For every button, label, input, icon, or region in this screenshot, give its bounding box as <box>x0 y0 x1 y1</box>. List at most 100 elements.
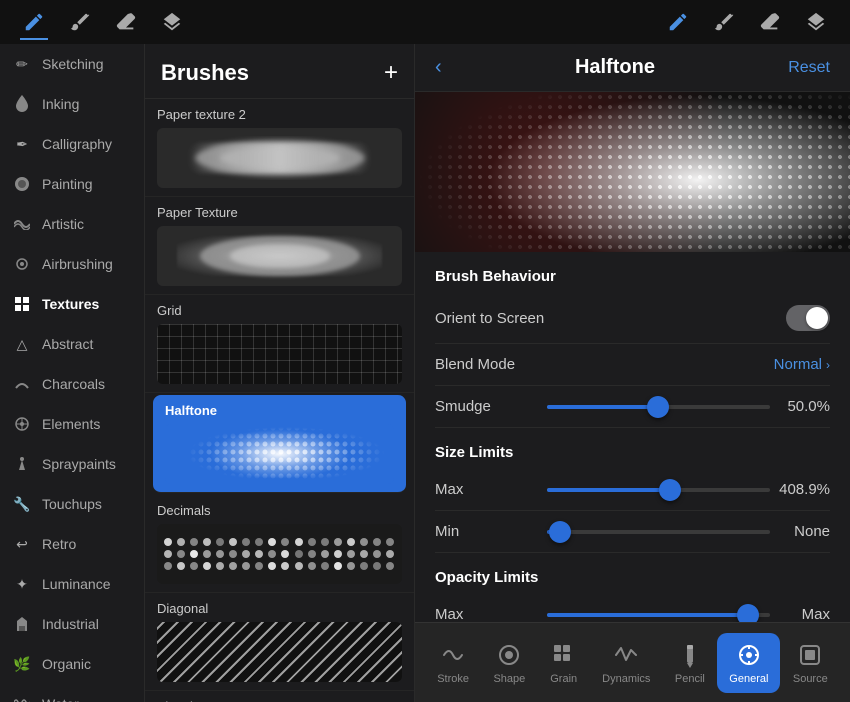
opacity-limits-section-title: Opacity Limits <box>435 553 830 594</box>
sidebar-item-water[interactable]: Water <box>0 684 144 702</box>
dynamics-tab-icon <box>612 641 640 669</box>
smudge2-tool-icon[interactable] <box>710 8 738 36</box>
calligraphy-icon: ✒ <box>12 134 32 154</box>
pencil-tool-icon[interactable] <box>20 8 48 36</box>
sidebar-item-retro[interactable]: ↩ Retro <box>0 524 144 564</box>
detail-title: Halftone <box>575 56 655 79</box>
sidebar-item-textures[interactable]: Textures <box>0 284 144 324</box>
sidebar-item-touchups[interactable]: 🔧 Touchups <box>0 484 144 524</box>
smudge-fill <box>547 405 659 409</box>
abstract-icon: △ <box>12 334 32 354</box>
right-toolbar-group <box>664 8 830 36</box>
detail-panel: ‹ Halftone Reset Brush Behaviour Orient … <box>415 44 850 702</box>
smudge-slider-container <box>547 405 770 409</box>
tab-source[interactable]: Source <box>781 633 840 693</box>
opacity-max-slider[interactable] <box>547 613 770 617</box>
tab-stroke[interactable]: Stroke <box>425 633 481 693</box>
detail-content: Brush Behaviour Orient to Screen Blend M… <box>415 252 850 622</box>
main-layout: ✏ Sketching Inking ✒ Calligraphy Paintin… <box>0 44 850 702</box>
eraser2-tool-icon[interactable] <box>756 8 784 36</box>
smudge-value: 50.0% <box>770 398 830 415</box>
sidebar-item-airbrushing[interactable]: Airbrushing <box>0 244 144 284</box>
opacity-max-value: Max <box>770 606 830 622</box>
spraypaints-icon <box>12 454 32 474</box>
brush-item-halftone[interactable]: Halftone <box>153 395 406 493</box>
sidebar-label-inking: Inking <box>42 96 79 112</box>
sidebar-item-painting[interactable]: Painting <box>0 164 144 204</box>
pencil-tab-icon <box>676 641 704 669</box>
brushes-title: Brushes <box>161 60 249 86</box>
sidebar-item-spraypaints[interactable]: Spraypaints <box>0 444 144 484</box>
sidebar-label-retro: Retro <box>42 536 76 552</box>
sidebar-item-sketching[interactable]: ✏ Sketching <box>0 44 144 84</box>
sidebar-label-industrial: Industrial <box>42 616 99 632</box>
sidebar-label-spraypaints: Spraypaints <box>42 456 116 472</box>
brush-item-decimals[interactable]: Decimals <box>145 495 414 593</box>
eraser-tool-icon[interactable] <box>112 8 140 36</box>
reset-button[interactable]: Reset <box>788 59 830 77</box>
stroke-tab-label: Stroke <box>437 673 469 685</box>
pencil2-tool-icon[interactable] <box>664 8 692 36</box>
back-button[interactable]: ‹ <box>435 56 442 79</box>
orient-to-screen-toggle[interactable] <box>786 305 830 331</box>
sidebar-item-abstract[interactable]: △ Abstract <box>0 324 144 364</box>
sidebar-item-elements[interactable]: Elements <box>0 404 144 444</box>
brush-item-grid[interactable]: Grid <box>145 295 414 393</box>
stroke-tab-icon <box>439 641 467 669</box>
sidebar-item-charcoals[interactable]: Charcoals <box>0 364 144 404</box>
add-brush-button[interactable]: + <box>384 61 398 85</box>
sidebar-item-luminance[interactable]: ✦ Luminance <box>0 564 144 604</box>
tab-pencil[interactable]: Pencil <box>663 633 717 693</box>
layers-tool-icon[interactable] <box>158 8 186 36</box>
brush-behaviour-section-title: Brush Behaviour <box>435 252 830 293</box>
smudge-thumb <box>647 396 669 418</box>
size-min-row: Min None <box>435 511 830 553</box>
sidebar-label-water: Water <box>42 696 79 702</box>
source-tab-icon <box>796 641 824 669</box>
size-max-slider[interactable] <box>547 488 770 492</box>
smudge-slider[interactable] <box>547 405 770 409</box>
brush-preview-grid <box>157 324 402 384</box>
industrial-icon <box>12 614 32 634</box>
sidebar-item-industrial[interactable]: Industrial <box>0 604 144 644</box>
tab-general[interactable]: General <box>717 633 780 693</box>
painting-icon <box>12 174 32 194</box>
sidebar-label-artistic: Artistic <box>42 216 84 232</box>
opacity-max-row: Max Max <box>435 594 830 622</box>
size-max-fill <box>547 488 670 492</box>
brush-name-paper-texture-2: Paper texture 2 <box>157 107 402 122</box>
size-min-label: Min <box>435 523 547 540</box>
brush-name-grid: Grid <box>157 303 402 318</box>
general-tab-icon <box>735 641 763 669</box>
tab-shape[interactable]: Shape <box>481 633 537 693</box>
sidebar-item-artistic[interactable]: Artistic <box>0 204 144 244</box>
brush-item-victorian[interactable]: Victorian 𝒢ℱ <box>145 691 414 702</box>
size-min-value: None <box>770 523 830 540</box>
orient-to-screen-row: Orient to Screen <box>435 293 830 344</box>
sidebar-label-elements: Elements <box>42 416 100 432</box>
shape-tab-label: Shape <box>493 673 525 685</box>
tab-grain[interactable]: Grain <box>538 633 590 693</box>
sidebar-item-organic[interactable]: 🌿 Organic <box>0 644 144 684</box>
size-max-value: 408.9% <box>770 481 830 498</box>
smudge-label: Smudge <box>435 398 547 415</box>
blend-mode-label: Blend Mode <box>435 356 774 373</box>
tab-dynamics[interactable]: Dynamics <box>590 633 662 693</box>
layers2-tool-icon[interactable] <box>802 8 830 36</box>
brush-name-decimals: Decimals <box>157 503 402 518</box>
smudge-row: Smudge 50.0% <box>435 386 830 428</box>
retro-icon: ↩ <box>12 534 32 554</box>
size-max-label: Max <box>435 481 547 498</box>
source-tab-label: Source <box>793 673 828 685</box>
sidebar-item-inking[interactable]: Inking <box>0 84 144 124</box>
sidebar-label-luminance: Luminance <box>42 576 111 592</box>
size-min-slider[interactable] <box>547 530 770 534</box>
brush-item-diagonal[interactable]: Diagonal <box>145 593 414 691</box>
detail-header: ‹ Halftone Reset <box>415 44 850 92</box>
general-tab-label: General <box>729 673 768 685</box>
brush-item-paper-texture-2[interactable]: Paper texture 2 <box>145 99 414 197</box>
smudge-tool-icon[interactable] <box>66 8 94 36</box>
sidebar-item-calligraphy[interactable]: ✒ Calligraphy <box>0 124 144 164</box>
brush-item-paper-texture[interactable]: Paper Texture <box>145 197 414 295</box>
blend-mode-value[interactable]: Normal › <box>774 356 830 373</box>
